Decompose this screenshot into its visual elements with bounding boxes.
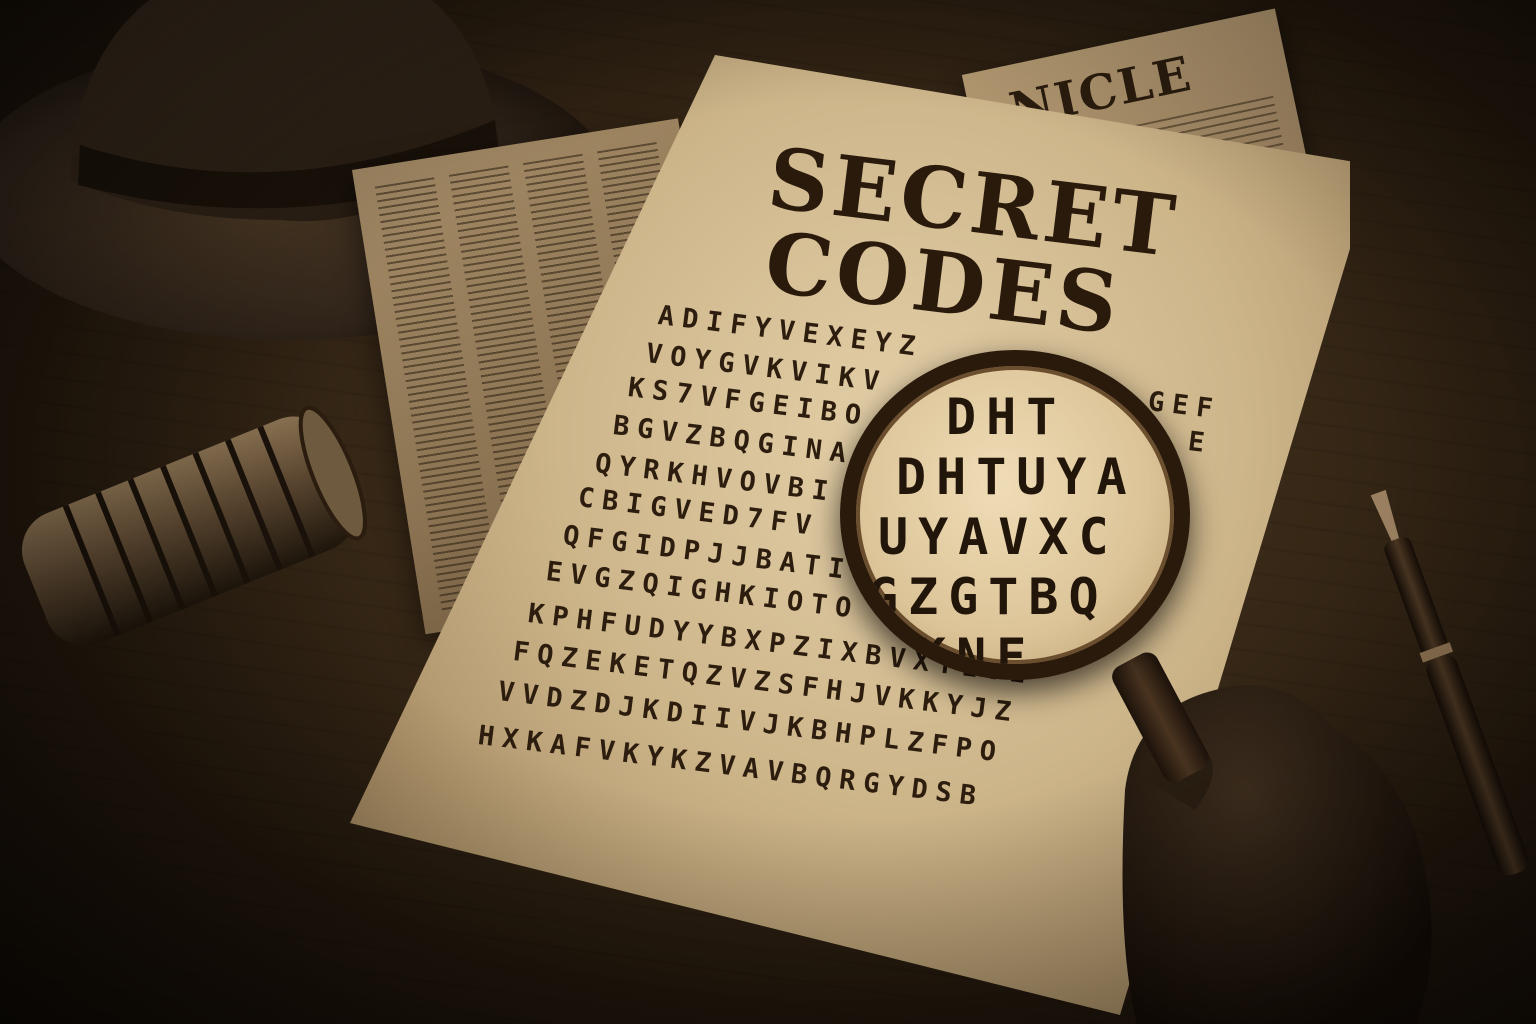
gloved-hand xyxy=(1122,685,1432,1024)
code-fragment: GEF xyxy=(1146,386,1223,426)
detective-desk-scene: NICLE SECRET CODES ADIFYVEXEYZ VOYGVKVIK… xyxy=(0,0,1536,1024)
code-fragment: E xyxy=(1186,426,1215,460)
